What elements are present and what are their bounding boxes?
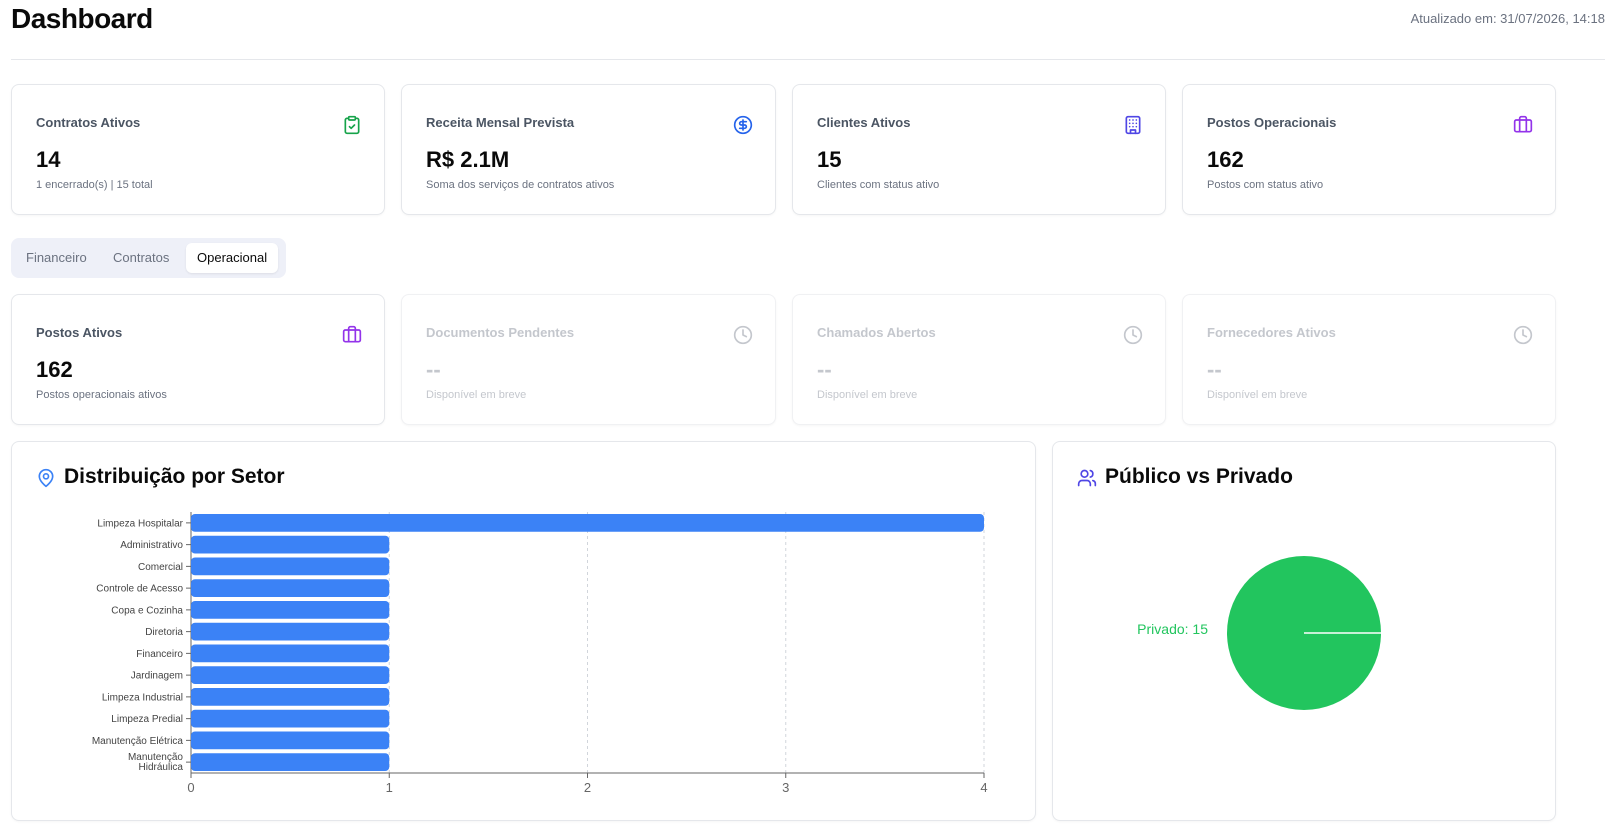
- kpi-value: --: [426, 357, 441, 382]
- kpi-value: --: [817, 357, 832, 382]
- kpi-title: Documentos Pendentes: [426, 325, 575, 340]
- kpi-card-documentos-pendentes: Documentos Pendentes -- Disponível em br…: [401, 294, 776, 425]
- kpi-title: Clientes Ativos: [817, 115, 911, 130]
- tab-financeiro[interactable]: Financeiro: [15, 243, 98, 273]
- sector-distribution-panel: Distribuição por Setor 0 1 2 3 4 Limpeza Hosp…: [11, 441, 1036, 821]
- kpi-value: 14: [36, 147, 61, 172]
- kpi-card-postos-operacionais: Postos Operacionais 162 Postos com statu…: [1182, 84, 1556, 215]
- clock-icon: [1513, 325, 1533, 345]
- x-tick-label: 2: [584, 780, 591, 795]
- kpi-card-contratos-ativos: Contratos Ativos 14 1 encerrado(s) | 15 …: [11, 84, 385, 215]
- kpi-title: Postos Operacionais: [1207, 115, 1337, 130]
- page-title: Dashboard: [11, 3, 153, 34]
- sector-bar-chart: 0 1 2 3 4 Limpeza Hospitalar Administrativo Com…: [92, 512, 988, 795]
- x-tick-label: 0: [187, 780, 194, 795]
- kpi-value: R$ 2.1M: [426, 147, 510, 172]
- kpi-title: Postos Ativos: [36, 325, 123, 340]
- y-tick-label: Diretoria: [145, 627, 183, 638]
- y-tick-label: Comercial: [138, 562, 183, 573]
- kpi-subtitle: Disponível em breve: [817, 389, 918, 401]
- kpi-card-receita-mensal: Receita Mensal Prevista R$ 2.1M Soma dos…: [401, 84, 776, 215]
- kpi-subtitle: Clientes com status ativo: [817, 179, 940, 191]
- bar: [191, 753, 390, 771]
- kpi-value: 162: [1207, 147, 1244, 172]
- briefcase-icon: [1513, 115, 1533, 133]
- x-tick-label: 3: [782, 780, 789, 795]
- kpi-title: Receita Mensal Prevista: [426, 115, 575, 130]
- bar: [191, 644, 390, 663]
- briefcase-icon: [342, 325, 362, 343]
- kpi-value: --: [1207, 357, 1222, 382]
- y-tick-label: Controle de Acesso: [96, 584, 183, 595]
- y-tick-label: Limpeza Hospitalar: [97, 518, 183, 529]
- public-private-pie-chart: Privado: 15: [1137, 556, 1381, 710]
- bar: [191, 557, 390, 576]
- y-tick-label: Limpeza Industrial: [102, 692, 183, 703]
- bar: [191, 601, 390, 619]
- kpi-card-chamados-abertos: Chamados Abertos -- Disponível em breve: [792, 294, 1166, 425]
- y-tick-label: Financeiro: [136, 649, 183, 660]
- kpi-card-clientes-ativos: Clientes Ativos 15 Clientes com status a…: [792, 84, 1166, 215]
- dashboard-tabs: Financeiro Contratos Operacional: [11, 238, 286, 278]
- tab-operacional[interactable]: Operacional: [186, 243, 279, 273]
- clock-icon: [1123, 325, 1143, 345]
- x-tick-label: 1: [386, 780, 393, 795]
- kpi-subtitle: 1 encerrado(s) | 15 total: [36, 179, 153, 191]
- y-tick-label: Limpeza Predial: [111, 714, 183, 725]
- pie-label: Privado: 15: [1137, 621, 1208, 637]
- kpi-subtitle: Soma dos serviços de contratos ativos: [426, 179, 615, 191]
- y-tick-label: Manutenção Elétrica: [92, 736, 184, 747]
- kpi-card-postos-ativos: Postos Ativos 162 Postos operacionais at…: [11, 294, 385, 425]
- bar: [191, 579, 390, 597]
- kpi-subtitle: Postos operacionais ativos: [36, 389, 167, 401]
- kpi-title: Contratos Ativos: [36, 115, 141, 130]
- kpi-subtitle: Disponível em breve: [1207, 389, 1308, 401]
- building-icon: [1125, 115, 1141, 135]
- bar: [191, 514, 984, 532]
- bar: [191, 666, 390, 684]
- y-tick-label: Administrativo: [120, 540, 183, 551]
- y-tick-label: Hidráulica: [139, 762, 184, 773]
- y-tick-label: Copa e Cozinha: [111, 605, 183, 616]
- kpi-title: Fornecedores Ativos: [1207, 325, 1336, 340]
- dollar-circle-icon: [733, 115, 753, 135]
- bar: [191, 535, 390, 554]
- kpi-subtitle: Disponível em breve: [426, 389, 527, 401]
- bar: [191, 709, 390, 728]
- y-tick-label: Jardinagem: [131, 671, 183, 682]
- kpi-value: 162: [36, 357, 73, 382]
- bar: [191, 731, 390, 750]
- bar: [191, 622, 390, 641]
- page-header: Dashboard Atualizado em: 31/07/2026, 14:…: [11, 0, 1605, 60]
- clock-icon: [733, 325, 753, 345]
- last-updated-text: Atualizado em: 31/07/2026, 14:18: [1410, 11, 1605, 26]
- tab-contratos[interactable]: Contratos: [102, 243, 180, 273]
- kpi-value: 15: [817, 147, 842, 172]
- clipboard-check-icon: [344, 115, 360, 135]
- x-tick-label: 4: [980, 780, 987, 795]
- kpi-subtitle: Postos com status ativo: [1207, 179, 1324, 191]
- bar: [191, 688, 390, 706]
- kpi-card-fornecedores-ativos: Fornecedores Ativos -- Disponível em bre…: [1182, 294, 1556, 425]
- kpi-title: Chamados Abertos: [817, 325, 936, 340]
- public-private-panel: Público vs Privado Privado: 15: [1052, 441, 1556, 821]
